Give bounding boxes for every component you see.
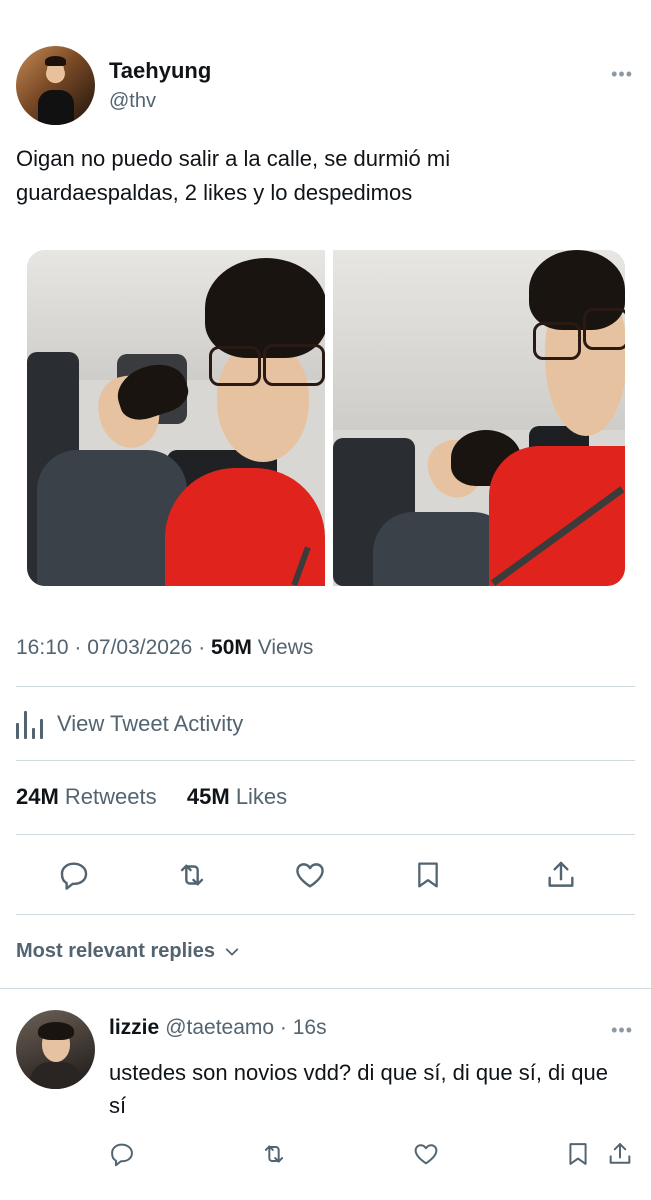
- divider: [16, 834, 635, 835]
- like-button[interactable]: [290, 855, 330, 895]
- author-display-name[interactable]: Taehyung: [109, 58, 211, 84]
- reply-header: lizzie @taeteamo · 16s: [109, 1016, 327, 1039]
- divider: [16, 914, 635, 915]
- author-avatar[interactable]: [16, 46, 95, 125]
- reply-icon: [111, 1143, 133, 1167]
- reply-action-bar: [100, 1134, 635, 1170]
- replies-sort-selector[interactable]: Most relevant replies: [16, 940, 241, 963]
- reply-text: ustedes son novios vdd? di que sí, di qu…: [109, 1060, 608, 1118]
- retweet-icon: [264, 1145, 284, 1163]
- tweet-date[interactable]: 07/03/2026: [87, 636, 192, 659]
- bookmark-icon: [418, 862, 438, 888]
- likes-count: 45M: [186, 784, 230, 809]
- view-tweet-activity[interactable]: View Tweet Activity: [16, 706, 243, 742]
- photo-1[interactable]: [27, 250, 325, 586]
- chevron-down-icon: [225, 947, 239, 956]
- more-icon[interactable]: •••: [611, 64, 633, 85]
- tweet-media[interactable]: [27, 250, 625, 586]
- engagement-stats: 24M Retweets 45M Likes: [16, 784, 287, 810]
- likes-label: Likes: [235, 784, 288, 809]
- reply-display-name[interactable]: lizzie: [109, 1016, 159, 1039]
- reply-icon: [60, 862, 88, 890]
- likes-stat[interactable]: 45M Likes: [187, 784, 287, 809]
- tweet-action-bar: [16, 855, 635, 897]
- reply-share-button[interactable]: [600, 1134, 640, 1174]
- author-handle[interactable]: @thv: [109, 90, 156, 113]
- tweet-text: Oigan no puedo salir a la calle, se durm…: [16, 146, 451, 205]
- views-count: 50M: [211, 636, 252, 659]
- share-icon: [609, 1143, 631, 1164]
- reply-like-button[interactable]: [406, 1134, 446, 1174]
- share-button[interactable]: [541, 855, 581, 895]
- tweet-meta: 16:10 · 07/03/2026 · 50M Views: [16, 636, 314, 659]
- tweet-time[interactable]: 16:10: [16, 636, 69, 659]
- replies-sort-label: Most relevant replies: [16, 940, 215, 962]
- like-icon: [296, 863, 324, 888]
- divider: [16, 686, 635, 687]
- retweets-stat[interactable]: 24M Retweets: [16, 784, 157, 809]
- divider: [16, 760, 635, 761]
- retweet-button[interactable]: [172, 855, 212, 895]
- like-icon: [414, 1144, 438, 1165]
- photo-2[interactable]: [333, 250, 625, 586]
- views-label: Views: [257, 636, 314, 659]
- share-icon: [548, 861, 574, 887]
- reply-retweet-button[interactable]: [254, 1134, 294, 1174]
- reply-handle[interactable]: @taeteamo: [165, 1016, 274, 1039]
- reply-time[interactable]: 16s: [293, 1016, 327, 1039]
- retweet-icon: [180, 864, 204, 886]
- analytics-icon: [16, 709, 43, 739]
- view-tweet-activity-label: View Tweet Activity: [57, 711, 244, 736]
- reply-reply-button[interactable]: [102, 1134, 142, 1174]
- more-icon[interactable]: •••: [611, 1020, 633, 1041]
- reply-button[interactable]: [54, 855, 94, 895]
- retweets-count: 24M: [16, 784, 59, 809]
- reply-avatar[interactable]: [16, 1010, 95, 1089]
- retweets-label: Retweets: [64, 784, 157, 809]
- divider: [0, 988, 651, 989]
- reply-bookmark-button[interactable]: [558, 1134, 598, 1174]
- bookmark-button[interactable]: [408, 855, 448, 895]
- bookmark-icon: [569, 1143, 587, 1165]
